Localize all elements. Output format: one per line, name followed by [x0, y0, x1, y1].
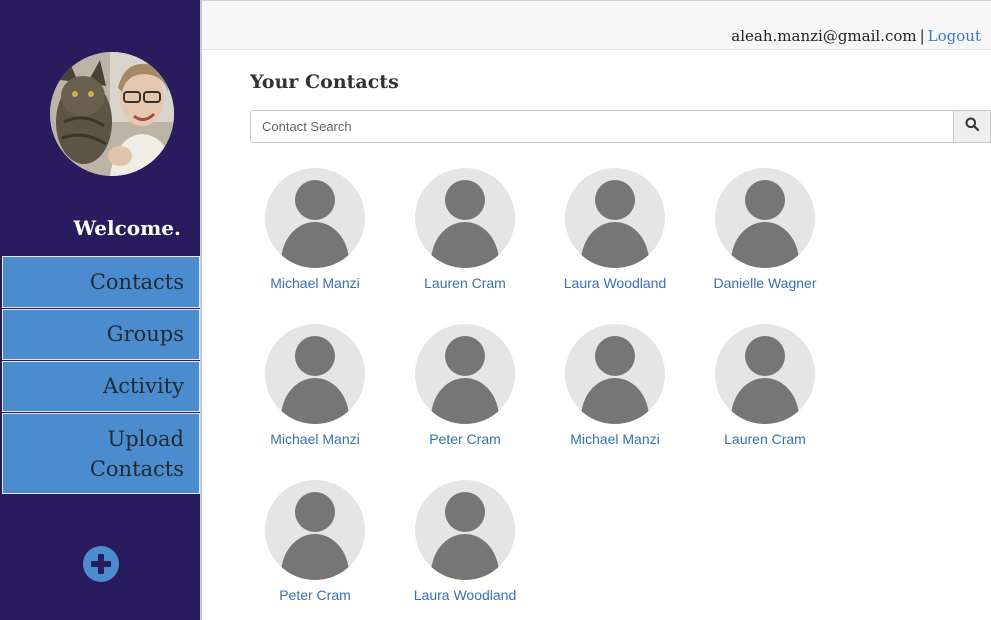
- search-input[interactable]: [250, 110, 954, 143]
- add-contact-button[interactable]: [83, 546, 119, 582]
- sidebar-item-activity[interactable]: Activity: [2, 361, 200, 412]
- contact-card[interactable]: Michael Manzi: [240, 324, 390, 447]
- search-button[interactable]: [953, 110, 991, 143]
- person-silhouette-icon: [565, 324, 665, 424]
- contact-card[interactable]: Lauren Cram: [390, 168, 540, 291]
- sidebar-item-label-line2: Contacts: [89, 457, 184, 481]
- contact-name[interactable]: Michael Manzi: [240, 275, 390, 291]
- contact-name[interactable]: Michael Manzi: [240, 431, 390, 447]
- user-info: aleah.manzi@gmail.com | Logout: [731, 27, 981, 45]
- contact-name[interactable]: Peter Cram: [240, 587, 390, 603]
- top-bar: aleah.manzi@gmail.com | Logout: [202, 0, 991, 50]
- contact-card[interactable]: Laura Woodland: [390, 480, 540, 603]
- person-silhouette-icon: [265, 480, 365, 580]
- contact-card[interactable]: Laura Woodland: [540, 168, 690, 291]
- sidebar-item-label: Groups: [106, 322, 184, 346]
- sidebar-item-contacts[interactable]: Contacts: [2, 256, 200, 308]
- person-silhouette-icon: [715, 324, 815, 424]
- sidebar-item-label: Activity: [103, 374, 184, 398]
- contact-name[interactable]: Laura Woodland: [390, 587, 540, 603]
- logout-link[interactable]: Logout: [928, 27, 981, 45]
- person-silhouette-icon: [565, 168, 665, 268]
- person-silhouette-icon: [265, 324, 365, 424]
- contact-card[interactable]: Peter Cram: [240, 480, 390, 603]
- person-silhouette-icon: [715, 168, 815, 268]
- contact-name[interactable]: Laura Woodland: [540, 275, 690, 291]
- contact-name[interactable]: Danielle Wagner: [690, 275, 840, 291]
- user-email: aleah.manzi@gmail.com: [731, 27, 917, 45]
- welcome-text: Welcome.: [73, 216, 181, 240]
- contact-card[interactable]: Lauren Cram: [690, 324, 840, 447]
- contact-card[interactable]: Michael Manzi: [540, 324, 690, 447]
- contact-name[interactable]: Peter Cram: [390, 431, 540, 447]
- sidebar-item-groups[interactable]: Groups: [2, 309, 200, 360]
- search-icon: [965, 117, 980, 136]
- contact-card[interactable]: Danielle Wagner: [690, 168, 840, 291]
- sidebar-item-label: Contacts: [89, 270, 184, 294]
- contact-name[interactable]: Michael Manzi: [540, 431, 690, 447]
- contact-name[interactable]: Lauren Cram: [690, 431, 840, 447]
- contact-card[interactable]: Michael Manzi: [240, 168, 390, 291]
- person-silhouette-icon: [415, 324, 515, 424]
- person-silhouette-icon: [415, 168, 515, 268]
- contact-card[interactable]: Peter Cram: [390, 324, 540, 447]
- page-title: Your Contacts: [250, 71, 399, 93]
- person-silhouette-icon: [265, 168, 365, 268]
- person-silhouette-icon: [415, 480, 515, 580]
- sidebar: Welcome. Contacts Groups Activity Upload…: [0, 0, 202, 620]
- sidebar-item-upload-contacts[interactable]: Upload Contacts: [2, 413, 200, 494]
- separator: |: [919, 27, 925, 45]
- profile-photo[interactable]: [50, 52, 174, 176]
- sidebar-item-label-line1: Upload: [107, 427, 184, 451]
- contact-name[interactable]: Lauren Cram: [390, 275, 540, 291]
